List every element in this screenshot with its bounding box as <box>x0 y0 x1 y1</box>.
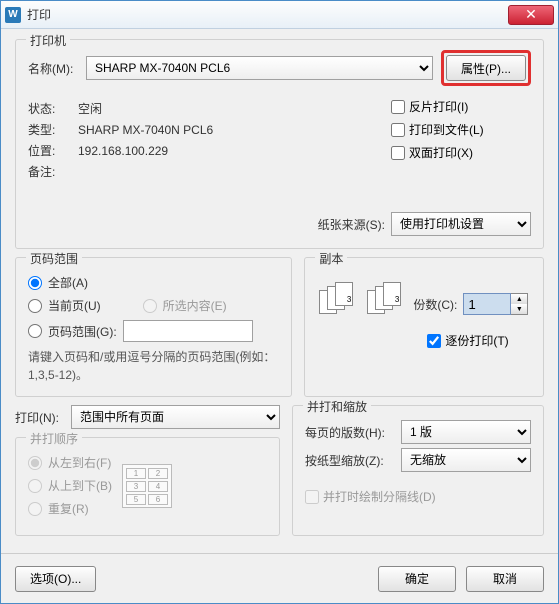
collate-icon: 123 <box>317 282 357 318</box>
where-label: 位置: <box>28 142 78 159</box>
page-range-hint: 请键入页码和/或用逗号分隔的页码范围(例如：1,3,5-12)。 <box>28 348 279 384</box>
order-lr-radio <box>28 456 42 470</box>
print-what-label: 打印(N): <box>15 409 65 426</box>
print-dialog: W 打印 ✕ 打印机 名称(M): SHARP MX-7040N PCL6 属性… <box>0 0 559 604</box>
spin-down-icon[interactable]: ▼ <box>511 304 527 314</box>
page-range-input[interactable] <box>123 320 253 342</box>
copies-spinner[interactable]: ▲▼ <box>463 293 528 315</box>
close-button[interactable]: ✕ <box>508 5 554 25</box>
order-tb-radio <box>28 479 42 493</box>
type-value: SHARP MX-7040N PCL6 <box>78 123 213 137</box>
print-what-select[interactable]: 范围中所有页面 <box>71 405 280 429</box>
collate-checkbox[interactable]: 逐份打印(T) <box>427 332 531 349</box>
titlebar: W 打印 ✕ <box>1 1 558 29</box>
copies-group: 副本 123 123 份数(C): ▲▼ 逐份打印(T) <box>304 257 544 397</box>
paper-source-label: 纸张来源(S): <box>318 216 385 233</box>
collate-icon: 123 <box>365 282 405 318</box>
order-preview-icon: 123456 <box>122 464 172 508</box>
cancel-button[interactable]: 取消 <box>466 566 544 592</box>
properties-highlight: 属性(P)... <box>441 50 531 86</box>
spin-up-icon[interactable]: ▲ <box>511 294 527 304</box>
print-order-group: 并打顺序 从左到右(F) 从上到下(B) 重复(R) 123456 <box>15 437 280 536</box>
copies-title: 副本 <box>315 250 347 267</box>
pages-per-sheet-label: 每页的版数(H): <box>305 424 395 441</box>
range-all-radio[interactable] <box>28 276 42 290</box>
options-button[interactable]: 选项(O)... <box>15 566 96 592</box>
status-label: 状态: <box>28 100 78 117</box>
range-selection-radio <box>143 299 157 313</box>
print-to-file-checkbox[interactable]: 打印到文件(L) <box>391 121 531 138</box>
printer-group-title: 打印机 <box>26 32 70 49</box>
printer-name-label: 名称(M): <box>28 60 78 77</box>
printer-name-select[interactable]: SHARP MX-7040N PCL6 <box>86 56 433 80</box>
scale-to-label: 按纸型缩放(Z): <box>305 452 395 469</box>
status-value: 空闲 <box>78 100 102 117</box>
comment-label: 备注: <box>28 163 78 180</box>
copies-label: 份数(C): <box>413 296 457 313</box>
scale-group: 并打和缩放 每页的版数(H):1 版 按纸型缩放(Z):无缩放 并打时绘制分隔线… <box>292 405 544 536</box>
scale-title: 并打和缩放 <box>303 398 371 415</box>
page-range-group: 页码范围 全部(A) 当前页(U) 所选内容(E) 页码范围(G): 请键入页码… <box>15 257 292 397</box>
type-label: 类型: <box>28 121 78 138</box>
range-pages-radio[interactable] <box>28 324 42 338</box>
properties-button[interactable]: 属性(P)... <box>446 55 526 81</box>
footer: 选项(O)... 确定 取消 <box>1 553 558 603</box>
pages-per-sheet-select[interactable]: 1 版 <box>401 420 531 444</box>
page-range-title: 页码范围 <box>26 250 82 267</box>
reverse-print-checkbox[interactable]: 反片打印(I) <box>391 98 531 115</box>
order-title: 并打顺序 <box>26 430 82 447</box>
scale-to-select[interactable]: 无缩放 <box>401 448 531 472</box>
draw-lines-checkbox: 并打时绘制分隔线(D) <box>305 488 436 505</box>
printer-group: 打印机 名称(M): SHARP MX-7040N PCL6 属性(P)... … <box>15 39 544 249</box>
app-icon: W <box>5 7 21 23</box>
where-value: 192.168.100.229 <box>78 144 168 158</box>
copies-input[interactable] <box>463 293 511 315</box>
order-repeat-radio <box>28 502 42 516</box>
ok-button[interactable]: 确定 <box>378 566 456 592</box>
paper-source-select[interactable]: 使用打印机设置 <box>391 212 531 236</box>
range-current-radio[interactable] <box>28 299 42 313</box>
window-title: 打印 <box>27 6 508 23</box>
duplex-checkbox[interactable]: 双面打印(X) <box>391 144 531 161</box>
